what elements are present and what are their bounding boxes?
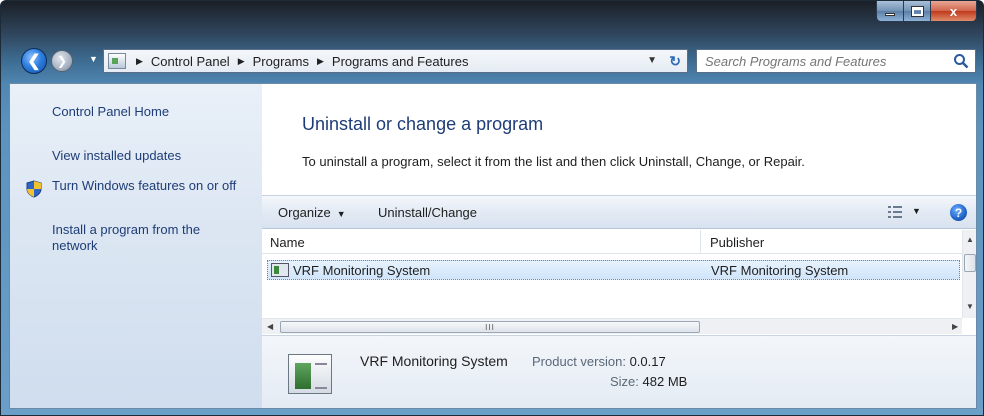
column-header-publisher[interactable]: Publisher (710, 235, 764, 250)
vertical-scroll-thumb[interactable] (964, 254, 976, 272)
view-installed-updates-link[interactable]: View installed updates (52, 148, 181, 164)
details-pane: VRF Monitoring System Product version: 0… (262, 335, 976, 408)
forward-arrow-icon: ❯ (56, 54, 68, 68)
programs-and-features-window: x ❮ ❯ ▼ ▶ Control Panel ▶ Programs ▶ Pro… (0, 0, 984, 416)
maximize-button[interactable] (904, 1, 931, 22)
program-large-icon (288, 354, 332, 394)
back-arrow-icon: ❮ (27, 53, 41, 70)
breadcrumb-separator-icon[interactable]: ▶ (136, 56, 143, 67)
program-size: Size: 482 MB (610, 374, 687, 389)
navigation-bar: ❮ ❯ ▼ ▶ Control Panel ▶ Programs ▶ Progr… (1, 45, 983, 77)
minimize-icon (885, 12, 895, 16)
breadcrumb-control-panel[interactable]: Control Panel (151, 54, 230, 69)
size-label: Size: (610, 374, 639, 389)
program-icon (271, 263, 289, 277)
forward-button[interactable]: ❯ (51, 50, 73, 72)
uninstall-change-button[interactable]: Uninstall/Change (378, 205, 477, 220)
address-dropdown-icon[interactable]: ▼ (647, 55, 657, 66)
breadcrumb-separator-icon[interactable]: ▶ (238, 56, 245, 67)
caption-buttons: x (876, 1, 977, 23)
breadcrumb-programs[interactable]: Programs (253, 54, 309, 69)
refresh-icon[interactable]: ↻ (669, 53, 681, 70)
program-row[interactable]: VRF Monitoring System VRF Monitoring Sys… (267, 260, 960, 280)
task-pane: Control Panel Home View installed update… (10, 84, 262, 408)
scroll-grip-icon: III (485, 322, 495, 332)
column-divider[interactable] (700, 230, 701, 254)
install-from-network-link[interactable]: Install a program from the network (52, 222, 242, 254)
close-button[interactable]: x (931, 1, 977, 22)
details-program-name: VRF Monitoring System (360, 353, 508, 369)
back-button[interactable]: ❮ (21, 48, 47, 74)
list-header: Name Publisher (262, 230, 962, 254)
content-area: Control Panel Home View installed update… (9, 83, 977, 409)
scroll-right-icon[interactable]: ▶ (952, 322, 958, 331)
column-header-name[interactable]: Name (270, 235, 305, 250)
title-bar[interactable]: x (1, 1, 983, 39)
control-panel-icon (108, 53, 126, 69)
page-title: Uninstall or change a program (302, 114, 544, 134)
product-version-label: Product version: (532, 354, 626, 369)
organize-button[interactable]: Organize ▼ (278, 205, 346, 220)
program-name: VRF Monitoring System (293, 263, 431, 278)
main-pane: Uninstall or change a program To uninsta… (262, 84, 976, 408)
maximize-icon (911, 6, 923, 16)
organize-label: Organize (278, 205, 331, 220)
control-panel-home-link[interactable]: Control Panel Home (52, 104, 169, 120)
chevron-down-icon: ▼ (336, 209, 346, 219)
product-version: Product version: 0.0.17 (532, 354, 666, 369)
help-icon[interactable]: ? (950, 204, 967, 221)
search-box[interactable] (696, 49, 976, 73)
address-bar[interactable]: ▶ Control Panel ▶ Programs ▶ Programs an… (103, 49, 688, 73)
breadcrumb-separator-icon[interactable]: ▶ (317, 56, 324, 67)
views-icon[interactable] (888, 206, 902, 218)
views-dropdown-icon[interactable]: ▼ (912, 206, 921, 216)
scroll-left-icon[interactable]: ◀ (267, 322, 273, 331)
vertical-scrollbar[interactable]: ▲ ▼ (962, 230, 976, 318)
scroll-up-icon[interactable]: ▲ (966, 235, 974, 244)
program-publisher: VRF Monitoring System (711, 263, 849, 278)
command-bar: Organize ▼ Uninstall/Change ▼ ? (262, 195, 976, 229)
shield-icon (26, 180, 42, 198)
horizontal-scrollbar[interactable]: ◀ III ▶ (262, 318, 962, 334)
close-icon: x (949, 3, 958, 19)
breadcrumb-programs-and-features[interactable]: Programs and Features (332, 54, 469, 69)
scroll-down-icon[interactable]: ▼ (966, 302, 974, 311)
minimize-button[interactable] (876, 1, 904, 22)
page-description: To uninstall a program, select it from t… (302, 154, 805, 169)
search-icon[interactable] (953, 53, 969, 69)
search-input[interactable] (705, 53, 945, 69)
turn-windows-features-link[interactable]: Turn Windows features on or off (52, 178, 252, 194)
horizontal-scroll-thumb[interactable]: III (280, 321, 700, 333)
size-value: 482 MB (642, 374, 688, 389)
recent-pages-dropdown-icon[interactable]: ▼ (89, 54, 98, 64)
product-version-value: 0.0.17 (629, 354, 666, 369)
